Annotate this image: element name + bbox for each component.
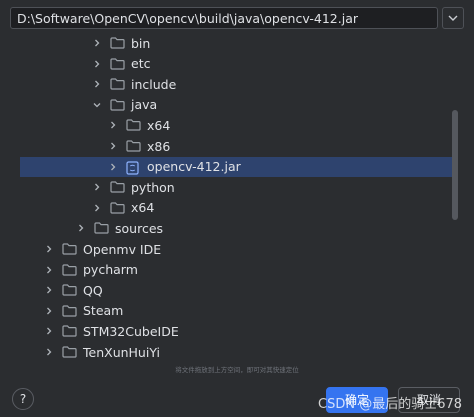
tree-item-label: x86	[147, 138, 171, 154]
tree-scrollbar[interactable]	[452, 110, 458, 220]
ok-button[interactable]: 确定	[326, 387, 388, 413]
chevron-right-icon[interactable]	[74, 221, 88, 235]
folder-icon	[62, 305, 77, 317]
folder-icon	[126, 140, 141, 152]
folder-icon	[62, 284, 77, 296]
tree-item-label: Openmv IDE	[83, 241, 162, 257]
tree-item-label: opencv-412.jar	[147, 159, 241, 175]
tree-item-label: QQ	[83, 282, 103, 298]
tree-item-label: x64	[131, 200, 155, 216]
tree-item-label: java	[131, 97, 158, 113]
chevron-right-icon[interactable]	[42, 242, 56, 256]
chevron-right-icon[interactable]	[106, 139, 120, 153]
tree-item-label: bin	[131, 35, 151, 51]
tree-item-label: Steam	[83, 303, 124, 319]
chevron-down-icon[interactable]	[90, 98, 104, 112]
tree-item-folder[interactable]: sources	[10, 218, 452, 238]
tree-item-jar[interactable]: opencv-412.jar	[20, 156, 452, 177]
tree-item-folder[interactable]: python	[10, 177, 452, 197]
tree-item-folder[interactable]: TenXunHuiYi	[10, 342, 452, 362]
folder-icon	[110, 181, 125, 193]
chevron-right-icon[interactable]	[42, 345, 56, 359]
chevron-right-icon[interactable]	[90, 36, 104, 50]
chevron-right-icon[interactable]	[42, 263, 56, 277]
tree-item-label: etc	[131, 56, 151, 72]
tree-item-folder[interactable]: pycharm	[10, 260, 452, 280]
chevron-right-icon[interactable]	[106, 118, 120, 132]
tree-item-folder[interactable]: java	[10, 95, 452, 115]
chevron-right-icon[interactable]	[90, 180, 104, 194]
tree-item-folder[interactable]: Steam	[10, 301, 452, 321]
chevron-down-icon	[448, 15, 458, 21]
folder-icon	[62, 325, 77, 337]
chevron-right-icon[interactable]	[42, 304, 56, 318]
chevron-right-icon[interactable]	[90, 77, 104, 91]
folder-icon	[110, 57, 125, 70]
folder-icon	[126, 119, 141, 131]
tree-item-label: x64	[147, 117, 171, 133]
tree-item-folder[interactable]: x64	[10, 198, 452, 218]
drag-drop-hint: 将文件拖放到上方空间，即可对其快速定位	[175, 366, 299, 374]
chevron-right-icon[interactable]	[90, 57, 104, 71]
folder-icon	[110, 37, 125, 49]
tree-item-folder[interactable]: Openmv IDE	[10, 239, 452, 259]
folder-icon	[62, 346, 77, 358]
tree-item-folder[interactable]: bin	[10, 33, 452, 53]
chevron-right-icon[interactable]	[42, 324, 56, 338]
tree-item-label: include	[131, 76, 177, 92]
tree-item-folder[interactable]: x86	[10, 136, 452, 156]
tree-item-folder[interactable]: STM32CubeIDE	[10, 321, 452, 341]
tree-item-folder[interactable]: include	[10, 74, 452, 94]
tree-item-folder[interactable]: x64	[10, 115, 452, 135]
help-button[interactable]: ?	[12, 388, 34, 410]
folder-icon	[110, 202, 125, 214]
cancel-button[interactable]: 取消	[398, 387, 460, 413]
tree-item-label: pycharm	[83, 262, 138, 278]
tree-item-label: sources	[115, 220, 164, 236]
jar-file-icon	[126, 160, 141, 175]
path-input[interactable]: D:\Software\OpenCV\opencv\build\java\ope…	[10, 7, 438, 29]
path-history-dropdown[interactable]	[442, 7, 464, 29]
chevron-right-icon[interactable]	[42, 283, 56, 297]
folder-icon	[62, 243, 77, 255]
tree-item-folder[interactable]: QQ	[10, 280, 452, 300]
chevron-right-icon[interactable]	[90, 201, 104, 215]
folder-icon	[94, 222, 109, 234]
folder-icon	[110, 78, 125, 90]
tree-item-label: TenXunHuiYi	[83, 344, 160, 360]
chevron-right-icon[interactable]	[106, 160, 120, 174]
file-tree[interactable]: bin etc include java x64 x86 opencv-412.jar pyt…	[10, 32, 464, 370]
folder-icon	[110, 99, 125, 111]
tree-item-label: STM32CubeIDE	[83, 323, 179, 339]
tree-item-label: python	[131, 179, 175, 195]
tree-item-folder[interactable]: etc	[10, 54, 452, 74]
folder-icon	[62, 263, 77, 276]
